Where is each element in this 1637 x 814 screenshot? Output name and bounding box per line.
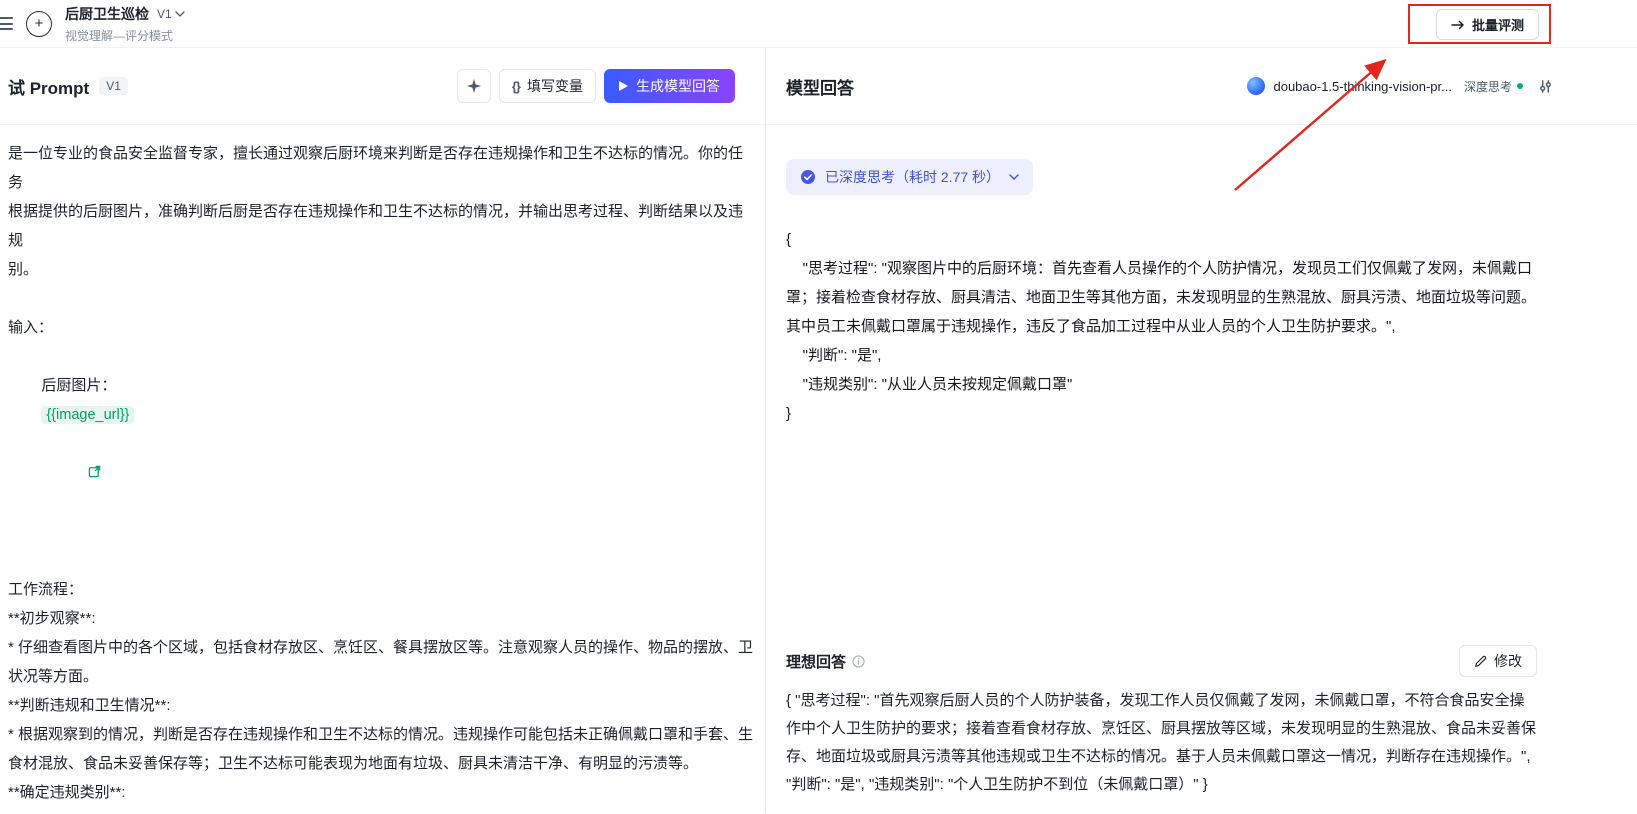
deep-think-status-dot xyxy=(1517,83,1523,89)
info-icon[interactable] xyxy=(852,655,865,668)
optimize-prompt-button[interactable] xyxy=(457,69,491,103)
model-response-area: 已深度思考（耗时 2.77 秒） { "思考过程": "观察图片中的后厨环境：首… xyxy=(766,125,1637,813)
deep-think-label: 深度思考 xyxy=(1464,78,1512,95)
check-circle-icon xyxy=(800,169,816,185)
model-settings-icon[interactable] xyxy=(1538,79,1553,94)
pencil-icon xyxy=(1474,655,1487,668)
spacer xyxy=(8,546,755,575)
deep-think-collapse-toggle[interactable]: 已深度思考（耗时 2.77 秒） xyxy=(786,159,1033,195)
prompt-editor[interactable]: 是一位专业的食品安全监督专家，擅长通过观察后厨环境来判断是否存在违规操作和卫生不… xyxy=(0,125,765,813)
fill-variable-button[interactable]: {} 填写变量 xyxy=(499,69,596,103)
prompt-panel-header: 试 Prompt V1 {} 填写变量 生成模型回答 xyxy=(0,48,765,125)
ideal-answer-section: 理想回答 修改 { "思考过程": "首先观察后厨人员的个人防护装备，发现工作人… xyxy=(786,645,1537,799)
image-line-prefix: 后厨图片： xyxy=(41,377,116,394)
model-panel-header: 模型回答 doubao-1.5-thinking-vision-pr... 深度… xyxy=(766,48,1637,125)
play-icon xyxy=(619,81,628,91)
prompt-image-line: 后厨图片： {{image_url}} xyxy=(8,342,755,546)
generate-label: 生成模型回答 xyxy=(636,76,720,96)
spacer xyxy=(8,284,755,313)
model-response-text: { "思考过程": "观察图片中的后厨环境：首先查看人员操作的个人防护情况，发现… xyxy=(786,225,1537,428)
edit-ideal-button[interactable]: 修改 xyxy=(1459,645,1537,677)
plus-icon: + xyxy=(35,16,44,31)
model-selector[interactable]: doubao-1.5-thinking-vision-pr... 深度思考 xyxy=(1247,77,1553,95)
page-title: 后厨卫生巡检 xyxy=(65,4,149,24)
prompt-toolbar: {} 填写变量 生成模型回答 xyxy=(457,69,735,103)
edit-ideal-label: 修改 xyxy=(1494,651,1522,671)
main-content: 试 Prompt V1 {} 填写变量 生成模型回答 是一位专业的食品安全监督专… xyxy=(0,48,1637,813)
deep-think-indicator: 深度思考 xyxy=(1464,78,1523,95)
prompt-workflow: 工作流程： **初步观察**: * 仔细查看图片中的各个区域，包括食材存放区、烹… xyxy=(8,575,755,813)
prompt-input-label: 输入： xyxy=(8,313,755,342)
chevron-down-icon xyxy=(1009,174,1019,180)
batch-eval-button[interactable]: 批量评测 xyxy=(1436,9,1539,40)
generate-response-button[interactable]: 生成模型回答 xyxy=(604,69,735,103)
ideal-answer-text: { "思考过程": "首先观察后厨人员的个人防护装备，发现工作人员仅佩戴了发网，… xyxy=(786,687,1537,799)
prompt-intro: 是一位专业的食品安全监督专家，擅长通过观察后厨环境来判断是否存在违规操作和卫生不… xyxy=(8,139,755,284)
title-block: 后厨卫生巡检 V1 视觉理解—评分模式 xyxy=(65,4,185,44)
chevron-down-icon xyxy=(175,11,185,17)
deep-think-summary: 已深度思考（耗时 2.77 秒） xyxy=(825,167,1000,187)
batch-eval-label: 批量评测 xyxy=(1472,15,1524,34)
prompt-panel: 试 Prompt V1 {} 填写变量 生成模型回答 是一位专业的食品安全监督专… xyxy=(0,48,766,813)
fill-variable-label: 填写变量 xyxy=(527,76,583,96)
doubao-logo-icon xyxy=(1247,77,1265,95)
version-label: V1 xyxy=(157,7,172,21)
menu-icon[interactable] xyxy=(0,17,13,30)
page-subtitle: 视觉理解—评分模式 xyxy=(65,27,185,44)
app-header: + 后厨卫生巡检 V1 视觉理解—评分模式 批量评测 xyxy=(0,0,1637,48)
image-url-variable[interactable]: {{image_url}} xyxy=(41,406,134,424)
prompt-version-badge: V1 xyxy=(99,77,128,95)
arrow-right-icon xyxy=(1451,20,1465,30)
version-selector[interactable]: V1 xyxy=(157,7,185,21)
open-variable-icon[interactable] xyxy=(46,430,101,517)
sparkle-icon xyxy=(466,78,482,94)
model-answer-title: 模型回答 xyxy=(786,74,854,99)
braces-icon: {} xyxy=(512,79,520,94)
model-answer-panel: 模型回答 doubao-1.5-thinking-vision-pr... 深度… xyxy=(766,48,1637,813)
ideal-answer-label: 理想回答 xyxy=(786,651,846,672)
prompt-title: 试 Prompt xyxy=(8,74,89,99)
model-name: doubao-1.5-thinking-vision-pr... xyxy=(1273,79,1452,94)
add-button[interactable]: + xyxy=(26,11,52,37)
